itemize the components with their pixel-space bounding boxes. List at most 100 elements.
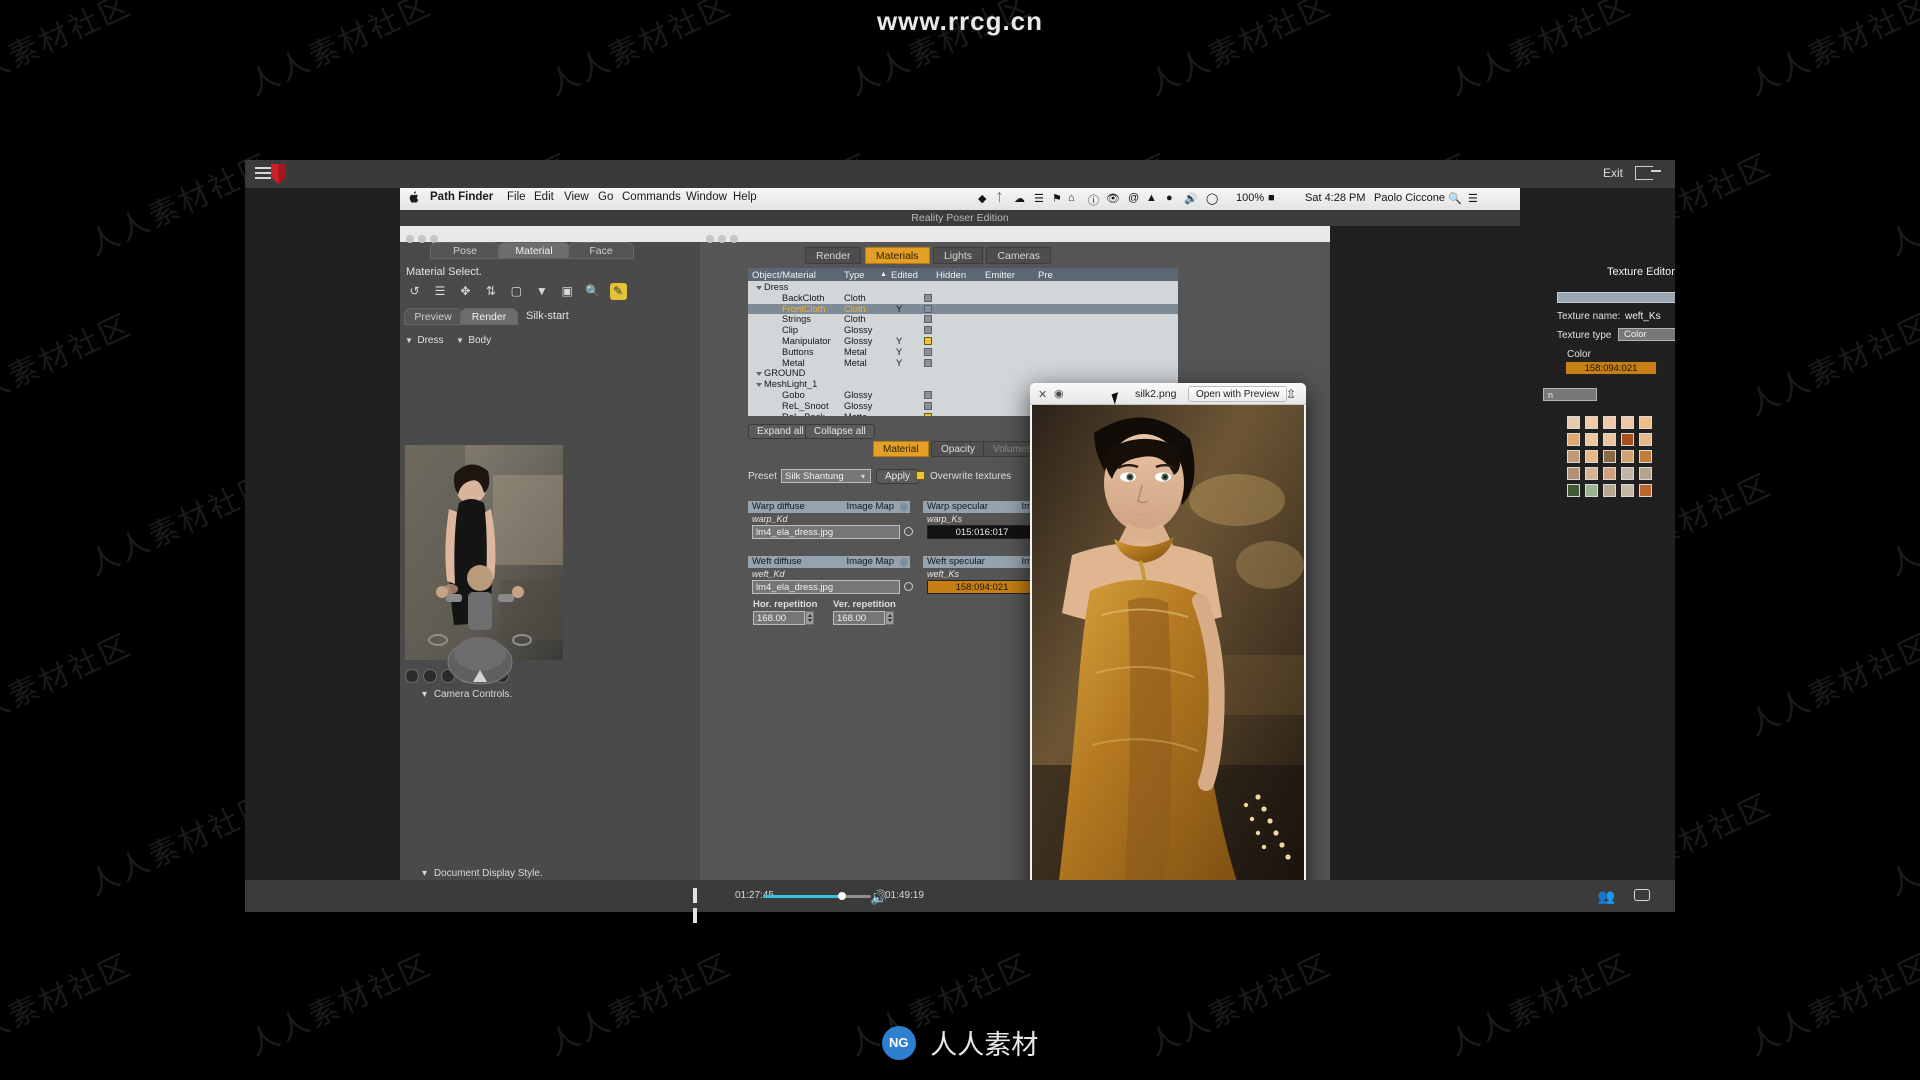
color-swatch[interactable] <box>1639 416 1652 429</box>
volume-icon[interactable]: 🔊 <box>870 889 887 906</box>
pause-button[interactable] <box>693 888 705 923</box>
color-swatch[interactable] <box>1639 467 1652 480</box>
material-hidden-checkbox[interactable] <box>924 315 932 324</box>
disclosure-triangle-icon[interactable] <box>756 372 762 377</box>
menu-item-go[interactable]: Go <box>598 191 613 203</box>
loop-icon[interactable]: ↺ <box>406 283 423 300</box>
hor-repetition-stepper[interactable] <box>805 611 814 625</box>
volume-icon[interactable]: 🔊 <box>1184 192 1198 205</box>
reality-window-dots[interactable] <box>706 230 742 248</box>
preset-select[interactable]: Silk Shantung <box>781 469 871 483</box>
magnifier-icon[interactable]: 🔍 <box>584 283 601 300</box>
tab-render[interactable]: Render <box>460 308 518 325</box>
table-row[interactable]: Clip Glossy <box>748 325 1178 336</box>
material-hidden-checkbox[interactable] <box>924 337 932 345</box>
col-object-material[interactable]: Object/Material <box>752 270 816 281</box>
wifi-icon[interactable]: ◯ <box>1206 192 1218 205</box>
pencil-icon[interactable]: ✎ <box>609 283 627 300</box>
user-name[interactable]: Paolo Ciccone <box>1374 192 1445 204</box>
camera-controls-widget[interactable] <box>420 544 540 694</box>
collapse-all-button[interactable]: Collapse all <box>805 424 875 439</box>
color-swatch[interactable] <box>1603 433 1616 446</box>
color-swatch[interactable] <box>1585 467 1598 480</box>
color-swatch[interactable] <box>1567 484 1580 497</box>
disclosure-triangle-icon[interactable] <box>756 383 762 388</box>
gear-icon[interactable] <box>904 582 913 591</box>
fullscreen-icon[interactable]: ◉ <box>1054 387 1064 400</box>
expand-all-button[interactable]: Expand all <box>748 424 813 439</box>
editor-tab-opacity[interactable]: Opacity <box>931 441 985 457</box>
channel-color-swatch[interactable]: 015:016:017 <box>927 525 1037 539</box>
tab-lights[interactable]: Lights <box>932 247 983 264</box>
menu-item-window[interactable]: Window <box>686 191 727 203</box>
tab-materials[interactable]: Materials <box>864 247 930 264</box>
color-swatch[interactable] <box>1567 416 1580 429</box>
color-swatch[interactable] <box>1567 433 1580 446</box>
color-swatch[interactable] <box>1585 450 1598 463</box>
table-row[interactable]: Dress <box>748 282 1178 293</box>
color-swatch[interactable] <box>1585 484 1598 497</box>
eye-icon[interactable]: 👁 <box>1106 192 1120 205</box>
color-swatch[interactable] <box>1621 433 1634 446</box>
cloud-icon[interactable]: ☁ <box>1014 192 1025 205</box>
material-hidden-checkbox[interactable] <box>924 347 932 356</box>
battery-icon[interactable]: ■ <box>1268 192 1275 204</box>
info-icon[interactable]: ⓘ <box>1088 192 1099 208</box>
channel-map-type[interactable]: Image Map <box>846 556 894 568</box>
color-swatch[interactable] <box>1621 484 1634 497</box>
chat-icon[interactable] <box>1634 889 1650 901</box>
overwrite-textures-checkbox[interactable] <box>916 471 925 480</box>
channel-file-input[interactable]: lm4_ela_dress.jpg <box>752 580 900 594</box>
menu-item-file[interactable]: File <box>507 191 526 203</box>
menu-item-path-finder[interactable]: Path Finder <box>430 191 493 203</box>
color-swatch[interactable] <box>1603 450 1616 463</box>
color-swatch[interactable] <box>1639 433 1652 446</box>
stack-icon[interactable]: ☰ <box>431 283 448 300</box>
color-swatch[interactable] <box>1621 416 1634 429</box>
tree-item-dress[interactable]: Dress <box>417 335 443 346</box>
table-row[interactable]: Strings Cloth <box>748 314 1178 325</box>
col-preview[interactable]: Pre <box>1038 270 1053 281</box>
channel-color-swatch[interactable]: 158:094:021 <box>927 580 1037 594</box>
table-row[interactable]: Manipulator Glossy Y <box>748 336 1178 347</box>
tree-disclosure-body-icon[interactable]: ▼ <box>456 336 464 345</box>
progress-track[interactable] <box>763 892 871 900</box>
color-swatch[interactable] <box>1603 467 1616 480</box>
open-with-preview-button[interactable]: Open with Preview <box>1188 386 1288 402</box>
gain-field[interactable]: n <box>1543 388 1597 401</box>
bluetooth-icon[interactable]: ᛏ <box>996 192 1003 204</box>
color-swatch[interactable] <box>1621 450 1634 463</box>
exit-icon[interactable] <box>1635 166 1661 180</box>
color-swatch[interactable] <box>1621 467 1634 480</box>
tab-preview[interactable]: Preview <box>404 308 462 325</box>
material-hidden-checkbox[interactable] <box>924 391 932 399</box>
share-icon[interactable]: ⇫ <box>1286 387 1296 401</box>
editor-tab-material[interactable]: Material <box>873 441 929 457</box>
col-emitter[interactable]: Emitter <box>985 270 1015 281</box>
scale-icon[interactable]: ⇅ <box>482 283 499 300</box>
color-swatch[interactable] <box>1585 433 1598 446</box>
material-hidden-checkbox[interactable] <box>924 358 932 367</box>
participants-icon[interactable]: 👥 <box>1598 888 1615 905</box>
texture-editor-strip[interactable] <box>1557 292 1675 303</box>
color-swatch[interactable] <box>1585 416 1598 429</box>
col-type[interactable]: Type <box>844 270 865 281</box>
move-icon[interactable]: ✥ <box>457 283 474 300</box>
flag-icon[interactable]: ⚑ <box>1052 192 1062 205</box>
color-swatch[interactable] <box>1639 484 1652 497</box>
table-row[interactable]: FrontCloth Cloth Y <box>748 303 1178 315</box>
material-hidden-checkbox[interactable] <box>924 412 932 416</box>
home-icon[interactable]: ⌂ <box>1068 192 1075 204</box>
color-swatch[interactable] <box>1639 450 1652 463</box>
color-swatch[interactable] <box>1603 416 1616 429</box>
col-edited[interactable]: Edited <box>891 270 918 281</box>
texture-type-select[interactable]: Color ▾ <box>1618 328 1675 341</box>
tab-face[interactable]: Face <box>568 242 634 259</box>
tab-material[interactable]: Material <box>498 242 570 259</box>
menu-item-help[interactable]: Help <box>733 191 757 203</box>
ver-repetition-stepper[interactable] <box>885 611 894 625</box>
letter-a-icon[interactable]: ▲ <box>1146 192 1157 204</box>
tree-item-body[interactable]: Body <box>468 335 491 346</box>
progress-knob[interactable] <box>837 892 846 900</box>
table-row[interactable]: GROUND <box>748 368 1178 379</box>
